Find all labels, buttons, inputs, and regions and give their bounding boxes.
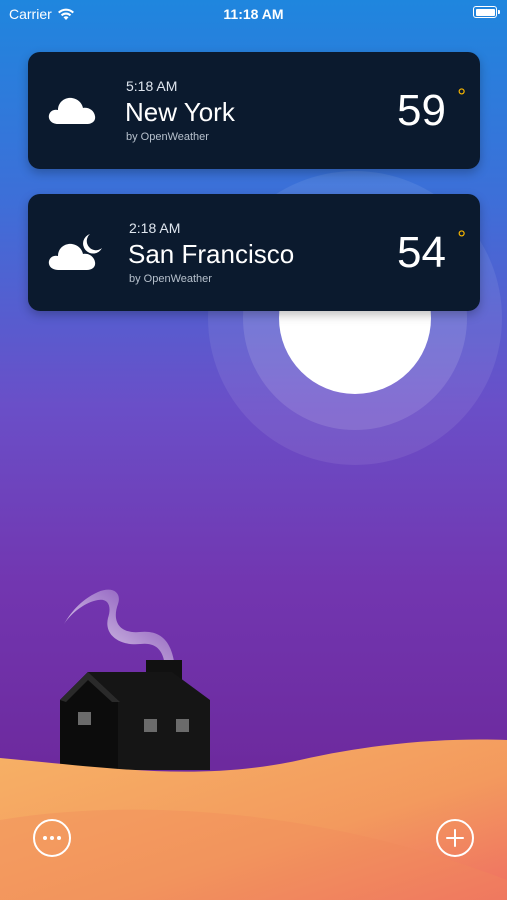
card-local-time: 5:18 AM [126, 78, 178, 94]
cloud-icon [48, 97, 96, 124]
more-button[interactable] [33, 819, 71, 857]
card-provider: by OpenWeather [126, 131, 209, 143]
cloud-moon-icon [48, 234, 102, 270]
card-provider: by OpenWeather [129, 273, 212, 285]
card-city-name: San Francisco [128, 239, 295, 269]
card-degree-symbol: ° [457, 226, 466, 251]
battery-icon [473, 6, 500, 18]
status-time: 11:18 AM [223, 6, 284, 22]
card-temperature: 54 [397, 228, 446, 277]
card-degree-symbol: ° [457, 84, 466, 109]
card-temperature: 59 [397, 86, 446, 135]
card-local-time: 2:18 AM [129, 220, 181, 236]
more-icon [43, 836, 61, 840]
card-city-name: New York [125, 97, 235, 127]
add-icon [446, 829, 464, 847]
weather-card-san-francisco[interactable]: 2:18 AM San Francisco by OpenWeather 54 … [28, 194, 480, 311]
add-location-button[interactable] [436, 819, 474, 857]
house [60, 660, 210, 770]
weather-card-new-york[interactable]: 5:18 AM New York by OpenWeather 59 ° [28, 52, 480, 169]
chimney-smoke [64, 589, 175, 668]
status-bar: Carrier 11:18 AM [0, 0, 507, 28]
